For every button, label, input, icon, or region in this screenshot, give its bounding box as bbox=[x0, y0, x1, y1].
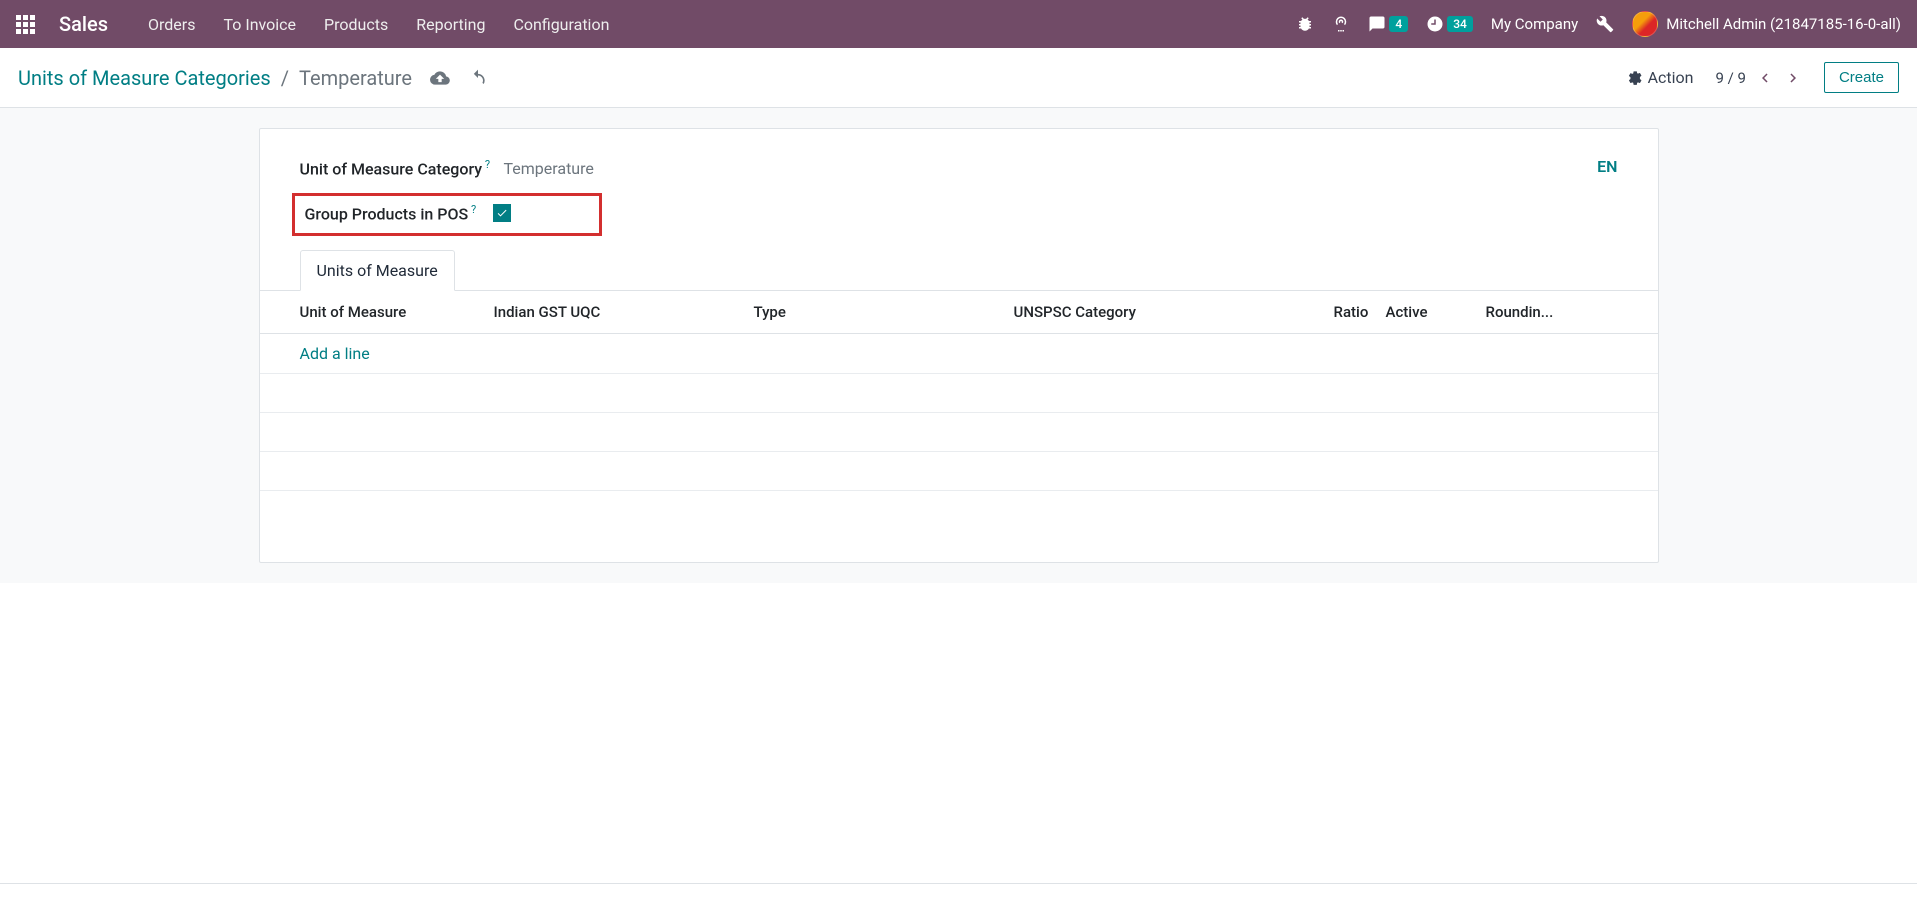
pager-prev[interactable] bbox=[1756, 69, 1774, 87]
form-container: EN Unit of Measure Category ? Temperatur… bbox=[0, 108, 1917, 583]
control-panel: Units of Measure Categories / Temperatur… bbox=[0, 48, 1917, 108]
breadcrumb-current: Temperature bbox=[299, 66, 412, 90]
pager-next[interactable] bbox=[1784, 69, 1802, 87]
form-inner: EN Unit of Measure Category ? Temperatur… bbox=[259, 128, 1659, 563]
action-label: Action bbox=[1648, 68, 1694, 87]
category-text: Temperature bbox=[504, 157, 1618, 178]
breadcrumb-separator: / bbox=[281, 66, 289, 90]
group-pos-checkbox[interactable] bbox=[493, 204, 511, 222]
tools-icon[interactable] bbox=[1596, 15, 1614, 33]
apps-icon[interactable] bbox=[16, 15, 35, 34]
table-header-row: Unit of Measure Indian GST UQC Type UNSP… bbox=[260, 291, 1658, 334]
activities-badge: 34 bbox=[1447, 16, 1473, 32]
add-line-link[interactable]: Add a line bbox=[300, 344, 370, 363]
tabs: Units of Measure bbox=[260, 250, 1658, 291]
navbar-right: 4 34 My Company Mitchell Admin (21847185… bbox=[1296, 11, 1901, 37]
value-group-pos bbox=[493, 202, 597, 226]
action-button[interactable]: Action bbox=[1626, 68, 1694, 87]
table-row[interactable] bbox=[260, 412, 1658, 451]
label-category: Unit of Measure Category ? bbox=[300, 157, 504, 181]
table-row[interactable] bbox=[260, 373, 1658, 412]
cloud-save-icon[interactable] bbox=[430, 68, 450, 88]
col-active[interactable]: Active bbox=[1378, 291, 1478, 334]
nav-menu: Orders To Invoice Products Reporting Con… bbox=[148, 15, 609, 34]
language-chip[interactable]: EN bbox=[1597, 157, 1617, 176]
pager: 9 / 9 bbox=[1715, 69, 1802, 87]
col-ratio[interactable]: Ratio bbox=[1326, 291, 1378, 334]
create-button[interactable]: Create bbox=[1824, 62, 1899, 93]
col-gst[interactable]: Indian GST UQC bbox=[486, 291, 746, 334]
discard-icon[interactable] bbox=[468, 68, 488, 88]
avatar bbox=[1632, 11, 1658, 37]
activities-button[interactable]: 34 bbox=[1426, 15, 1473, 33]
nav-orders[interactable]: Orders bbox=[148, 15, 195, 34]
company-switcher[interactable]: My Company bbox=[1491, 15, 1578, 33]
nav-configuration[interactable]: Configuration bbox=[513, 15, 609, 34]
notebook: Units of Measure Unit of Measure Indian … bbox=[260, 250, 1658, 535]
user-menu[interactable]: Mitchell Admin (21847185-16-0-all) bbox=[1632, 11, 1901, 37]
uom-table: Unit of Measure Indian GST UQC Type UNSP… bbox=[260, 291, 1658, 535]
table-row[interactable] bbox=[260, 451, 1658, 490]
app-title[interactable]: Sales bbox=[59, 12, 108, 36]
row-category: Unit of Measure Category ? Temperature bbox=[300, 157, 1618, 181]
messages-button[interactable]: 4 bbox=[1368, 15, 1408, 33]
table-spacer bbox=[260, 490, 1658, 534]
messages-badge: 4 bbox=[1389, 16, 1408, 32]
status-icons bbox=[430, 68, 488, 88]
bug-icon[interactable] bbox=[1296, 15, 1314, 33]
help-icon[interactable]: ? bbox=[482, 158, 490, 171]
breadcrumb: Units of Measure Categories / Temperatur… bbox=[18, 66, 412, 90]
user-name: Mitchell Admin (21847185-16-0-all) bbox=[1666, 15, 1901, 33]
main-navbar: Sales Orders To Invoice Products Reporti… bbox=[0, 0, 1917, 48]
col-unspsc[interactable]: UNSPSC Category bbox=[1006, 291, 1326, 334]
pager-text[interactable]: 9 / 9 bbox=[1715, 69, 1746, 87]
col-rounding[interactable]: Roundin... bbox=[1478, 291, 1658, 334]
table-row[interactable]: Add a line bbox=[260, 333, 1658, 373]
col-uom[interactable]: Unit of Measure bbox=[260, 291, 486, 334]
nav-to-invoice[interactable]: To Invoice bbox=[223, 15, 296, 34]
col-type[interactable]: Type bbox=[746, 291, 1006, 334]
footer-divider bbox=[0, 883, 1917, 884]
antenna-icon[interactable] bbox=[1332, 15, 1350, 33]
control-right: Action 9 / 9 Create bbox=[1626, 62, 1899, 93]
breadcrumb-root-link[interactable]: Units of Measure Categories bbox=[18, 66, 271, 90]
nav-products[interactable]: Products bbox=[324, 15, 388, 34]
nav-reporting[interactable]: Reporting bbox=[416, 15, 485, 34]
form-sheet: EN Unit of Measure Category ? Temperatur… bbox=[259, 128, 1659, 563]
value-category[interactable]: Temperature bbox=[504, 157, 1618, 181]
navbar-left: Sales Orders To Invoice Products Reporti… bbox=[16, 12, 609, 36]
highlight-box: Group Products in POS ? bbox=[292, 193, 602, 235]
tab-uom[interactable]: Units of Measure bbox=[300, 250, 455, 291]
label-group-pos: Group Products in POS ? bbox=[297, 202, 493, 226]
help-icon[interactable]: ? bbox=[468, 203, 476, 216]
